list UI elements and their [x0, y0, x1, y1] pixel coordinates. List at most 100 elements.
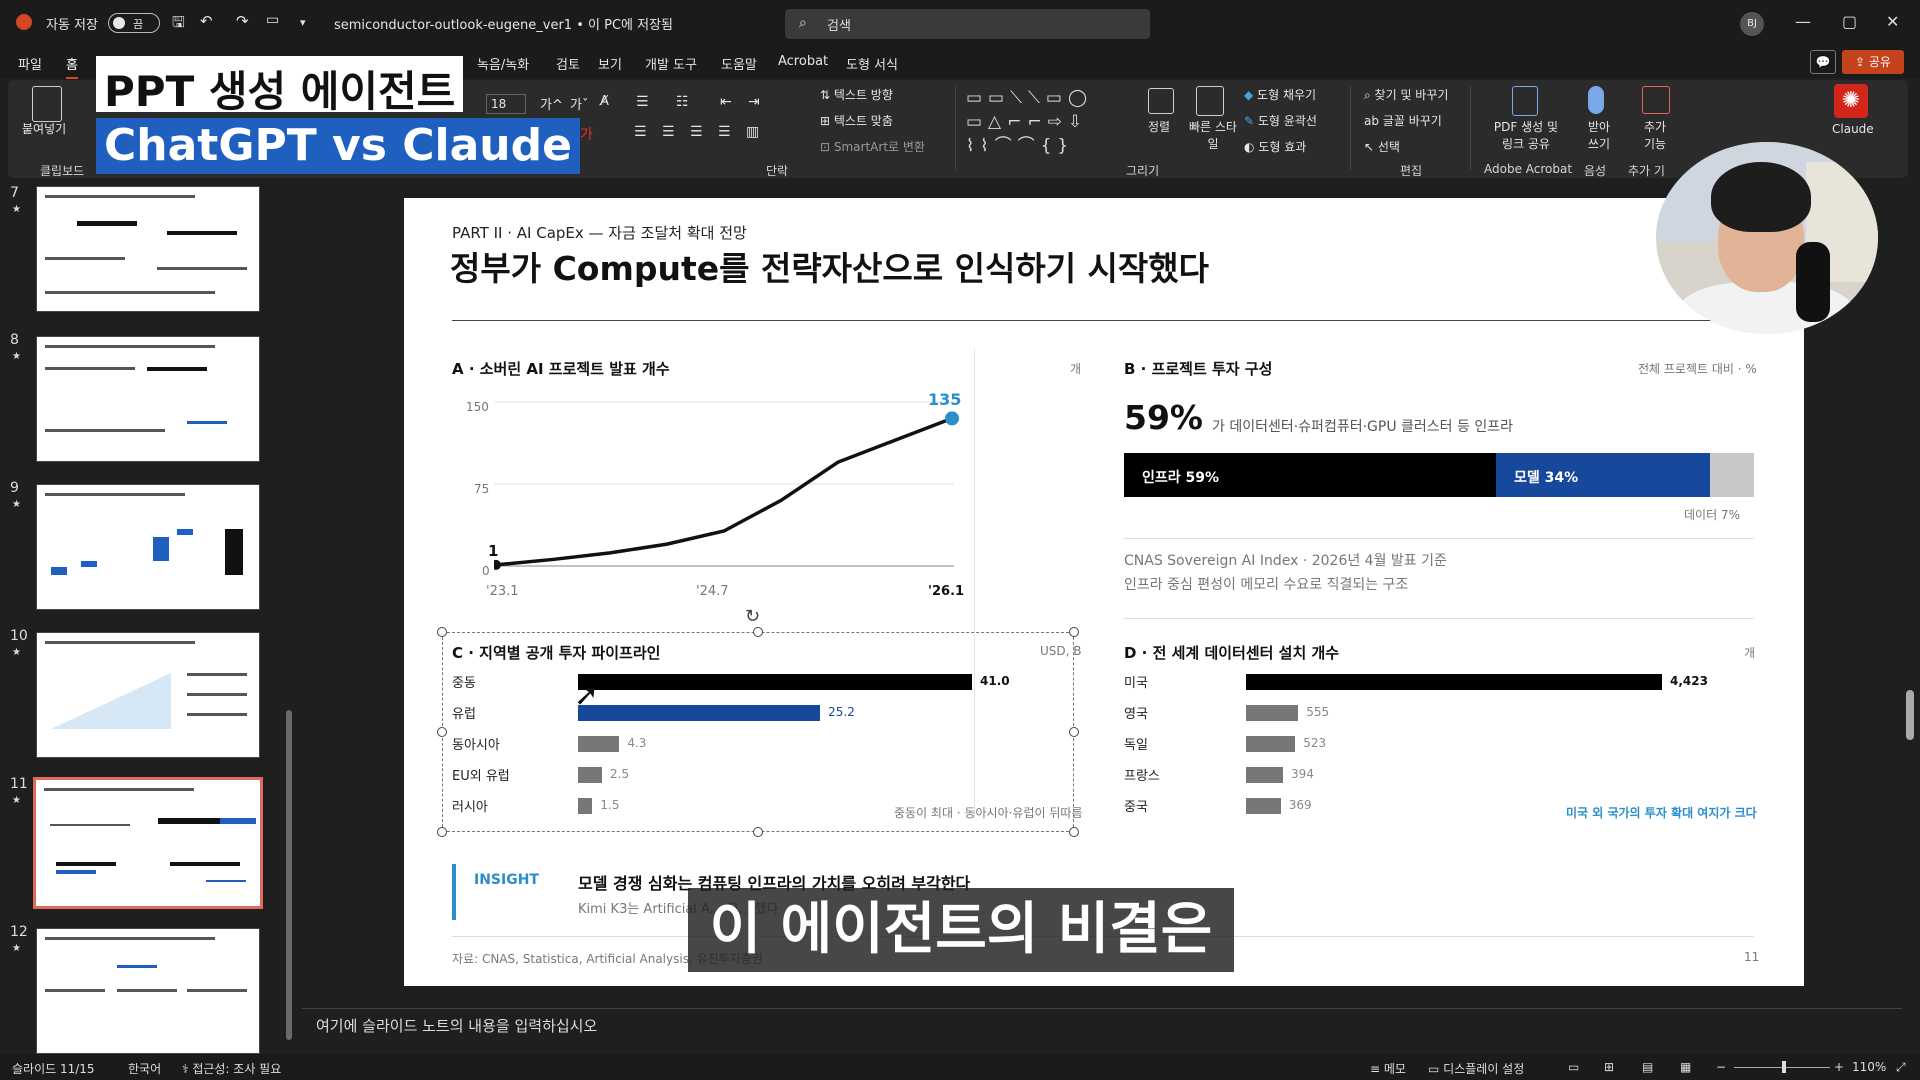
align-right-icon[interactable]: ☰ — [690, 124, 703, 140]
quick-styles-button[interactable]: 빠른 스타일 — [1188, 118, 1238, 152]
share-button[interactable]: ⇪ 공유 — [1842, 50, 1904, 74]
fit-slide-icon[interactable]: ⤢ — [1896, 1060, 1906, 1075]
addins-icon[interactable] — [1642, 86, 1670, 114]
bar-value-label: 4,423 — [1670, 674, 1708, 688]
increase-indent-icon[interactable]: ⇥ — [748, 94, 760, 110]
resize-handle[interactable] — [1069, 627, 1079, 637]
editor-scrollbar[interactable] — [1906, 690, 1914, 740]
slide-thumbnail[interactable] — [36, 928, 260, 1054]
text-align-button[interactable]: ⊞ 텍스트 맞춤 — [820, 112, 893, 129]
pdf-icon[interactable] — [1512, 86, 1538, 116]
pdf-share-button[interactable]: PDF 생성 및 링크 공유 — [1488, 118, 1564, 152]
zoom-slider-thumb[interactable] — [1782, 1061, 1786, 1073]
dictate-button[interactable]: 받아 쓰기 — [1584, 118, 1614, 152]
customize-qat-icon[interactable]: ▾ — [300, 16, 306, 29]
zoom-in-icon[interactable]: + — [1834, 1060, 1844, 1074]
resize-handle[interactable] — [753, 827, 763, 837]
quick-styles-icon[interactable] — [1196, 86, 1224, 116]
resize-handle[interactable] — [437, 627, 447, 637]
menu-acrobat[interactable]: Acrobat — [778, 54, 828, 69]
search-input[interactable]: ⌕ 검색 — [785, 9, 1150, 39]
smartart-button[interactable]: ⊡ SmartArt로 변환 — [820, 138, 925, 155]
slide-sorter-icon[interactable]: ⊞ — [1604, 1060, 1614, 1074]
reading-view-icon[interactable]: ▤ — [1642, 1060, 1653, 1074]
microphone-icon[interactable] — [1588, 86, 1604, 114]
select-button[interactable]: ↖ 선택 — [1364, 138, 1400, 155]
bar — [1246, 736, 1296, 752]
justify-icon[interactable]: ☰ — [718, 124, 731, 140]
undo-icon[interactable]: ↶ — [200, 12, 213, 30]
font-color-icon[interactable]: 가 — [580, 124, 593, 144]
animation-star-icon: ★ — [12, 499, 21, 510]
mouse-cursor-icon: ➚ — [574, 678, 600, 713]
numbering-icon[interactable]: ☷ — [676, 94, 689, 110]
arrange-icon[interactable] — [1148, 88, 1174, 114]
slide-thumbnail[interactable] — [36, 186, 260, 312]
notes-pane[interactable]: 여기에 슬라이드 노트의 내용을 입력하십시오 — [302, 1008, 1902, 1050]
resize-handle[interactable] — [753, 627, 763, 637]
slide-thumbnail[interactable] — [36, 336, 260, 462]
claude-button[interactable]: Claude — [1832, 122, 1874, 136]
file-name[interactable]: semiconductor-outlook-eugene_ver1 • 이 PC… — [334, 14, 673, 33]
replace-font-button[interactable]: ab 글꼴 바꾸기 — [1364, 112, 1442, 129]
menu-view[interactable]: 보기 — [598, 54, 622, 73]
slide-thumbnail-selected[interactable] — [33, 777, 263, 909]
bar-value-label: 369 — [1288, 798, 1312, 812]
normal-view-icon[interactable]: ▭ — [1568, 1060, 1579, 1074]
comment-button[interactable]: 💬 — [1810, 50, 1836, 74]
shape-fill-button[interactable]: ◆ 도형 채우기 — [1244, 86, 1316, 103]
grow-font-icon[interactable]: 가^ — [540, 94, 563, 113]
thumbnail-scrollbar[interactable] — [286, 710, 292, 1040]
menu-record[interactable]: 녹음/녹화 — [477, 54, 529, 73]
slideshow-icon[interactable]: ▦ — [1680, 1060, 1691, 1074]
text-direction-button[interactable]: ⇅ 텍스트 방향 — [820, 86, 893, 103]
accessibility-status[interactable]: ⚕ 접근성: 조사 필요 — [182, 1060, 281, 1077]
autosave-toggle[interactable]: 끔 — [108, 13, 160, 33]
menu-developer[interactable]: 개발 도구 — [645, 54, 697, 73]
resize-handle[interactable] — [1069, 827, 1079, 837]
animation-star-icon: ★ — [12, 795, 21, 806]
paste-button[interactable]: 붙여넣기 — [22, 120, 66, 137]
font-size-select[interactable]: 18 — [486, 94, 526, 114]
redo-icon[interactable]: ↷ — [236, 12, 249, 30]
menu-review[interactable]: 검토 — [556, 54, 580, 73]
notes-button[interactable]: ≡ 메모 — [1370, 1060, 1406, 1077]
shape-outline-button[interactable]: ✎ 도형 윤곽선 — [1244, 112, 1317, 129]
avatar[interactable]: BJ — [1740, 12, 1764, 36]
claude-logo-icon[interactable]: ✺ — [1834, 84, 1868, 118]
menu-home[interactable]: 홈 — [66, 54, 78, 79]
bullets-icon[interactable]: ☰ — [636, 94, 649, 110]
menu-help[interactable]: 도움말 — [721, 54, 757, 73]
resize-handle[interactable] — [437, 827, 447, 837]
rotate-handle-icon[interactable]: ↻ — [745, 606, 760, 627]
clear-format-icon[interactable]: A̸ — [600, 94, 609, 109]
shapes-gallery[interactable]: ▭▭⟍⟍▭◯ ▭△⌐⌐⇨⇩ ⌇⌇⌒⌒{} — [966, 86, 1126, 158]
present-icon[interactable]: ▭ — [266, 12, 279, 28]
columns-icon[interactable]: ▥ — [746, 124, 759, 140]
resize-handle[interactable] — [1069, 727, 1079, 737]
maximize-icon[interactable]: ▢ — [1842, 12, 1857, 31]
minimize-icon[interactable]: — — [1795, 12, 1811, 31]
zoom-out-icon[interactable]: − — [1716, 1060, 1726, 1074]
find-replace-button[interactable]: ⌕ 찾기 및 바꾸기 — [1364, 86, 1448, 103]
slide-title[interactable]: 정부가 Compute를 전략자산으로 인식하기 시작했다 — [450, 242, 1209, 290]
shrink-font-icon[interactable]: 가ˇ — [570, 94, 588, 113]
series-line — [495, 416, 953, 567]
align-left-icon[interactable]: ☰ — [634, 124, 647, 140]
resize-handle[interactable] — [437, 727, 447, 737]
arrange-button[interactable]: 정렬 — [1148, 118, 1170, 135]
align-center-icon[interactable]: ☰ — [662, 124, 675, 140]
menu-file[interactable]: 파일 — [18, 54, 42, 73]
language-indicator[interactable]: 한국어 — [128, 1060, 161, 1077]
display-settings-button[interactable]: ▭ 디스플레이 설정 — [1428, 1060, 1524, 1077]
shape-effects-button[interactable]: ◐ 도형 효과 — [1244, 138, 1306, 155]
zoom-level[interactable]: 110% — [1852, 1060, 1886, 1074]
menu-shape-format[interactable]: 도형 서식 — [846, 54, 898, 73]
decrease-indent-icon[interactable]: ⇤ — [720, 94, 732, 110]
save-icon[interactable]: 🖫 — [172, 12, 185, 37]
selection-frame[interactable] — [442, 632, 1074, 832]
paste-icon[interactable] — [32, 86, 62, 122]
close-icon[interactable]: ✕ — [1886, 12, 1899, 31]
slide-thumbnail[interactable] — [36, 632, 260, 758]
slide-thumbnail[interactable] — [36, 484, 260, 610]
